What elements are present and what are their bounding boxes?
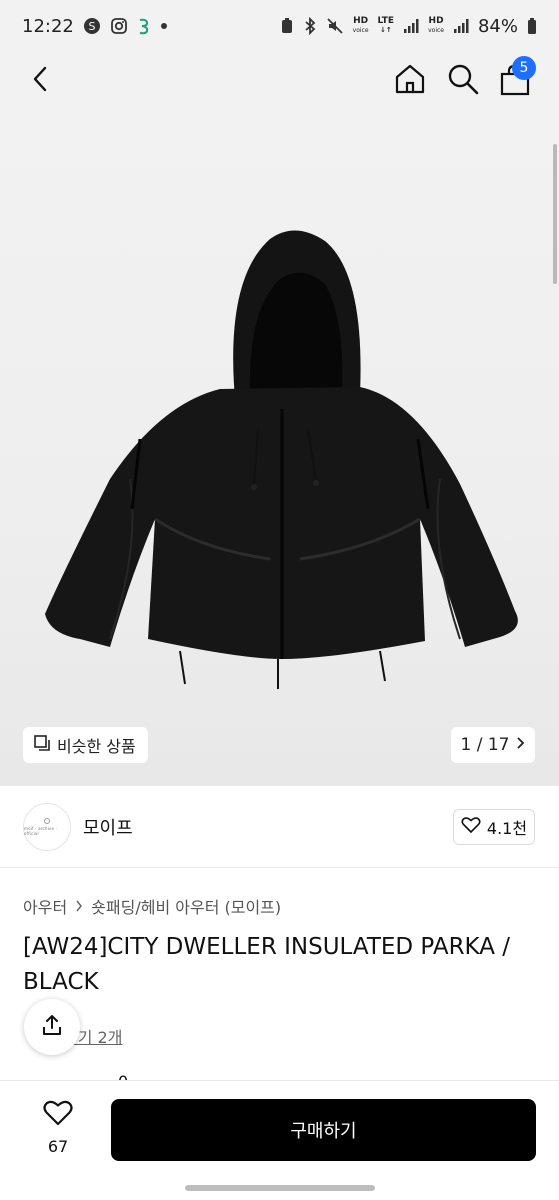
shop-name[interactable]: 모이프 bbox=[83, 814, 133, 840]
share-button[interactable] bbox=[24, 999, 80, 1055]
product-title: [AW24]CITY DWELLER INSULATED PARKA / BLA… bbox=[23, 934, 511, 995]
back-arrow-icon[interactable] bbox=[26, 64, 56, 94]
breadcrumb-item[interactable]: 숏패딩/헤비 아우터 (모이프) bbox=[91, 894, 281, 918]
signal-2-icon bbox=[453, 18, 469, 34]
status-bar: 12:22 S HD voice LTE ↓↑ HD voice 84% bbox=[0, 0, 559, 52]
copy-icon bbox=[33, 734, 51, 756]
status-time: 12:22 bbox=[22, 15, 74, 37]
bottom-action-bar: 67 구매하기 bbox=[0, 1080, 559, 1200]
instagram-icon bbox=[110, 17, 128, 35]
share-icon bbox=[40, 1013, 64, 1041]
lte-indicator: LTE ↓↑ bbox=[377, 16, 395, 35]
wishlist-button[interactable]: 67 bbox=[26, 1099, 90, 1163]
status-left: 12:22 S bbox=[22, 16, 168, 37]
shop-logo-mark bbox=[44, 818, 50, 824]
chevron-right-icon bbox=[515, 735, 525, 755]
page-indicator-text: 1 / 17 bbox=[460, 735, 510, 755]
buy-button[interactable]: 구매하기 bbox=[111, 1099, 536, 1161]
heart-outline-icon bbox=[42, 1099, 74, 1131]
chevron-right-icon bbox=[75, 897, 83, 916]
battery-percent: 84% bbox=[477, 15, 518, 37]
page-scrollbar[interactable] bbox=[553, 144, 557, 284]
shop-avatar[interactable]: moif · archive · official bbox=[23, 803, 71, 851]
product-image-jacket bbox=[45, 230, 518, 689]
shop-row: moif · archive · official 모이프 4.1천 bbox=[0, 786, 559, 868]
breadcrumb-item[interactable]: 아우터 bbox=[23, 894, 67, 918]
image-page-counter[interactable]: 1 / 17 bbox=[451, 727, 535, 763]
s-app-icon: S bbox=[83, 17, 101, 35]
home-indicator[interactable] bbox=[185, 1185, 375, 1191]
mute-icon bbox=[326, 17, 344, 35]
svg-text:S: S bbox=[88, 20, 95, 33]
app-notification-icon bbox=[137, 17, 151, 35]
similar-products-label: 비슷한 상품 bbox=[57, 737, 136, 756]
shop-like-button[interactable]: 4.1천 bbox=[453, 809, 535, 845]
battery-icon bbox=[527, 17, 537, 35]
signal-1-icon bbox=[403, 18, 419, 34]
shop-like-count: 4.1천 bbox=[486, 819, 528, 838]
battery-saver-icon bbox=[280, 17, 294, 35]
similar-products-button[interactable]: 비슷한 상품 bbox=[23, 727, 148, 763]
wishlist-count: 67 bbox=[47, 1137, 69, 1156]
search-icon[interactable] bbox=[446, 62, 480, 96]
hd-voice-1: HD voice bbox=[352, 16, 369, 35]
hd-voice-2: HD voice bbox=[428, 16, 444, 35]
cart-count-badge: 5 bbox=[512, 56, 536, 80]
heart-outline-icon bbox=[461, 816, 481, 838]
shop-logo-text: moif · archive · official bbox=[24, 826, 58, 836]
bluetooth-icon bbox=[303, 17, 317, 35]
status-right: HD voice LTE ↓↑ HD voice 84% bbox=[280, 16, 537, 37]
more-notifications-dot-icon bbox=[160, 22, 168, 30]
product-image-gallery[interactable]: 비슷한 상품 1 / 17 bbox=[0, 104, 559, 786]
top-nav-bar bbox=[0, 52, 559, 104]
home-icon[interactable] bbox=[393, 62, 427, 96]
breadcrumb: 아우터 숏패딩/헤비 아우터 (모이프) bbox=[23, 894, 281, 918]
